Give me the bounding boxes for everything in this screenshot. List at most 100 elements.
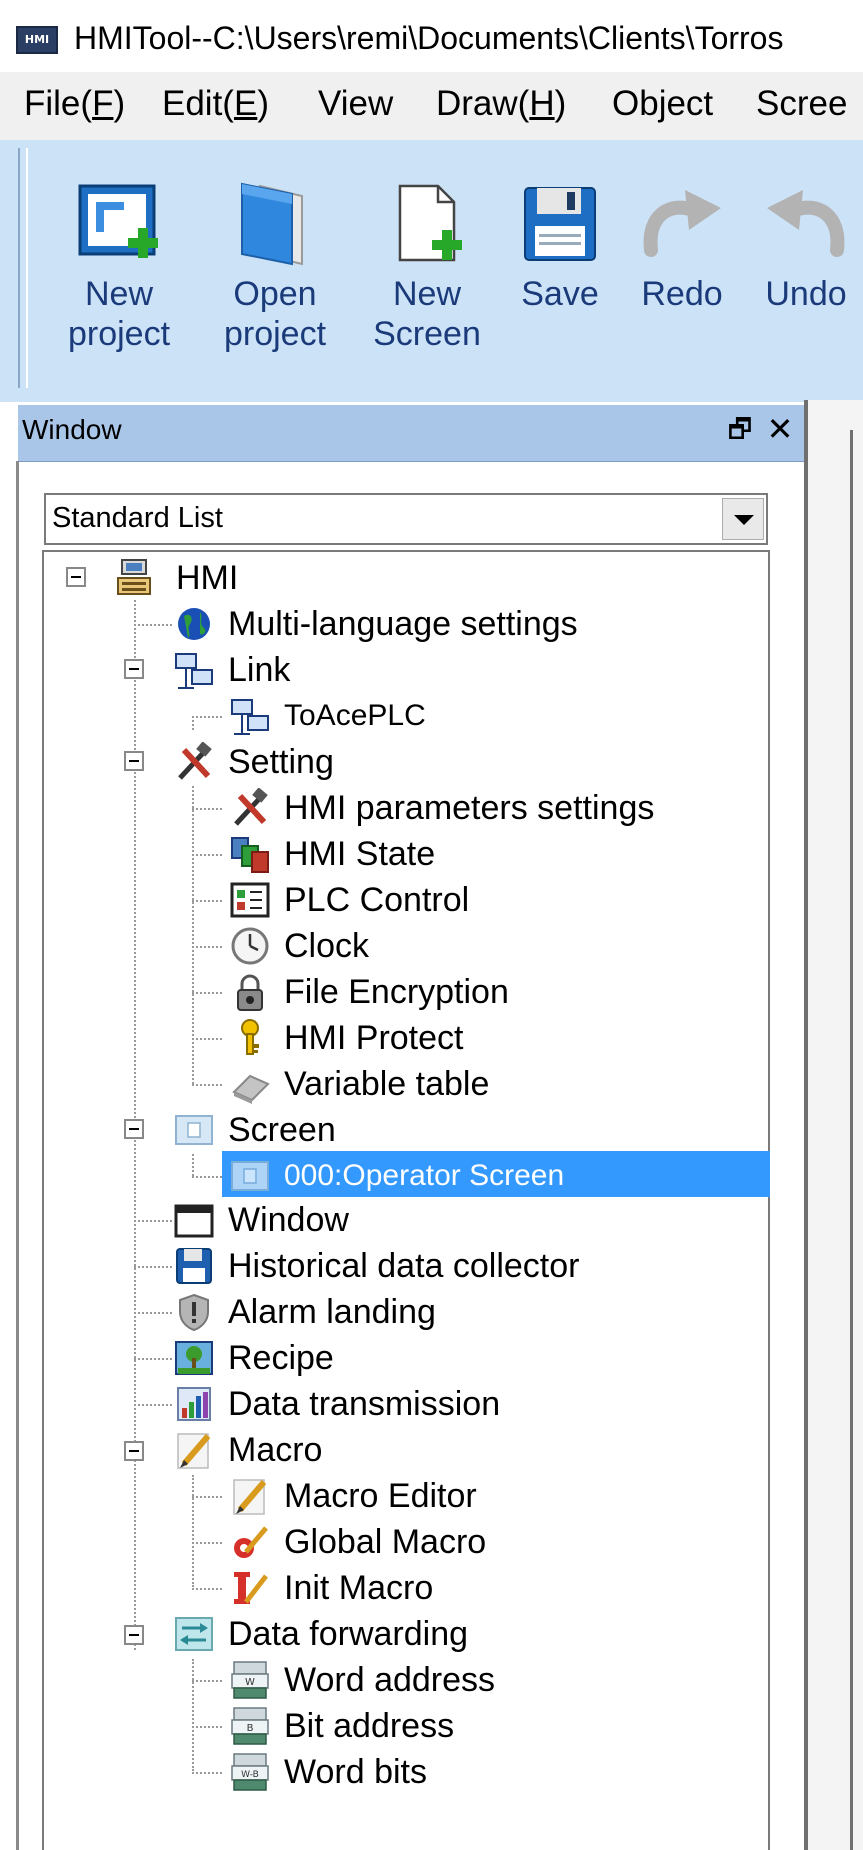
tree-connector xyxy=(192,1084,222,1086)
bit-address-icon: B xyxy=(231,1707,269,1745)
svg-text:W-B: W-B xyxy=(241,1770,259,1780)
tree-collapse-setting-icon[interactable] xyxy=(124,751,144,771)
tree-collapse-link-icon[interactable] xyxy=(124,659,144,679)
undo-icon xyxy=(767,190,845,257)
tree-collapse-hmi-icon[interactable] xyxy=(66,567,86,587)
tools-icon xyxy=(234,788,268,826)
eraser-icon xyxy=(232,1074,270,1104)
pane-header[interactable] xyxy=(18,405,804,462)
tree-connector xyxy=(134,624,172,626)
tree-connector xyxy=(134,1404,172,1406)
shield-icon xyxy=(179,1293,209,1332)
menu-draw[interactable]: Draw(H) xyxy=(436,84,566,124)
svg-text:W: W xyxy=(245,1677,255,1688)
tree-connector xyxy=(192,1772,222,1774)
tree-connector xyxy=(192,1154,194,1176)
word-address-icon: W xyxy=(231,1661,269,1699)
key-icon xyxy=(241,1019,259,1055)
redo-icon xyxy=(643,190,721,257)
new-project-label-1: New xyxy=(84,275,154,313)
forwarding-icon xyxy=(175,1617,213,1651)
undo-button[interactable]: Undo xyxy=(746,180,863,314)
pane-title: Window xyxy=(22,414,122,445)
tree-connector xyxy=(134,1220,172,1222)
global-macro-icon xyxy=(234,1526,268,1558)
tree-connector xyxy=(192,716,222,718)
tree-connector xyxy=(192,854,222,856)
editor-border xyxy=(850,430,853,1850)
pane-float-icon[interactable]: 🗗 xyxy=(722,411,758,447)
globe-icon xyxy=(178,608,210,640)
pane-close-icon[interactable]: ✕ xyxy=(762,411,798,447)
new-project-label-2: project xyxy=(67,315,171,353)
tree-collapse-screen-icon[interactable] xyxy=(124,1119,144,1139)
new-screen-button[interactable]: New Screen xyxy=(362,180,492,354)
menu-edit[interactable]: Edit(E) xyxy=(162,84,269,124)
menu-view[interactable]: View xyxy=(318,84,393,124)
new-screen-icon xyxy=(398,184,462,262)
tree-connector xyxy=(192,992,222,994)
tree-connector xyxy=(134,1266,172,1268)
pane-left-border xyxy=(16,461,19,1850)
save-button[interactable]: Save xyxy=(498,180,622,314)
tree-connector xyxy=(192,716,194,730)
tree-connector xyxy=(192,1496,222,1498)
open-project-label-2: project xyxy=(223,315,327,353)
window-title: HMITool--C:\Users\remi\Documents\Clients… xyxy=(74,20,784,56)
tree-connector xyxy=(192,808,222,810)
tree-connector xyxy=(192,1726,222,1728)
init-macro-icon xyxy=(234,1572,268,1604)
window-icon xyxy=(174,1204,214,1238)
menu-object[interactable]: Object xyxy=(612,84,713,124)
tree-collapse-forwarding-icon[interactable] xyxy=(124,1625,144,1645)
network-icon xyxy=(175,653,213,689)
combo-chevron-down-icon[interactable] xyxy=(722,498,764,540)
tree-connector xyxy=(192,1680,222,1682)
network-icon xyxy=(231,699,269,735)
screen-icon xyxy=(175,1115,213,1145)
open-project-button[interactable]: Open project xyxy=(210,180,340,354)
open-project-label-1: Open xyxy=(233,275,317,313)
tree-connector xyxy=(192,1038,222,1040)
state-icon xyxy=(231,837,269,873)
floppy-icon xyxy=(176,1248,212,1284)
tree-connector xyxy=(134,1312,172,1314)
toolbar-grip[interactable] xyxy=(18,148,28,388)
new-screen-label-1: New xyxy=(392,275,462,313)
pencil-icon xyxy=(233,1479,267,1515)
padlock-icon xyxy=(237,974,263,1011)
save-label: Save xyxy=(521,275,599,313)
tree-collapse-macro-icon[interactable] xyxy=(124,1441,144,1461)
new-project-icon xyxy=(78,184,158,258)
tree-connector xyxy=(192,1588,222,1590)
new-project-button[interactable]: New project xyxy=(54,180,184,354)
new-screen-label-2: Screen xyxy=(373,315,481,353)
plc-control-icon xyxy=(230,882,270,918)
svg-text:B: B xyxy=(247,1723,254,1734)
tree-connector xyxy=(192,1475,194,1587)
tree-connector xyxy=(192,1176,222,1178)
chart-icon xyxy=(177,1387,211,1421)
word-bits-icon: W-B xyxy=(231,1753,269,1791)
tree-connector xyxy=(134,1358,172,1360)
editor-area[interactable] xyxy=(808,400,863,1850)
tree-connector xyxy=(192,900,222,902)
hmi-device-icon xyxy=(117,559,151,595)
clock-icon xyxy=(231,927,269,965)
tree-connector xyxy=(192,946,222,948)
project-tree[interactable] xyxy=(42,550,770,1850)
menu-file[interactable]: File(F) xyxy=(24,84,125,124)
undo-label: Undo xyxy=(765,275,847,313)
tree-connector xyxy=(192,1659,194,1771)
tools-icon xyxy=(178,742,212,780)
pencil-icon xyxy=(177,1433,211,1469)
open-project-icon xyxy=(241,182,303,266)
recipe-icon xyxy=(175,1341,213,1375)
save-icon xyxy=(524,187,596,261)
screen-icon xyxy=(231,1161,269,1191)
redo-button[interactable]: Redo xyxy=(622,180,742,314)
menu-screen[interactable]: Scree xyxy=(756,84,847,124)
app-logo-icon: HMI xyxy=(16,26,58,54)
redo-label: Redo xyxy=(641,275,723,313)
menu-bar: File(F) Edit(E) View Draw(H) Object Scre… xyxy=(0,72,863,140)
